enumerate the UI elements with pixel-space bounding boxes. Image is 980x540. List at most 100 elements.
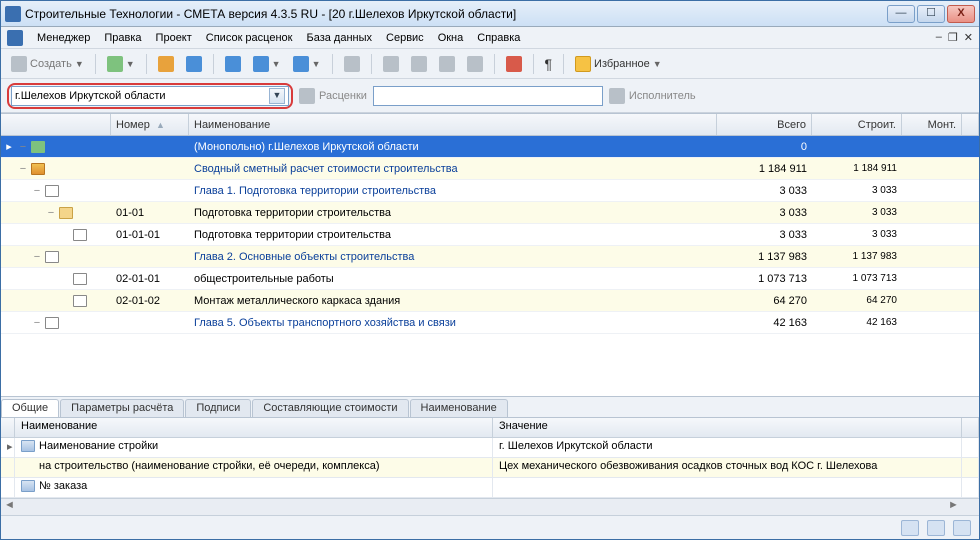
doc-icon	[73, 295, 87, 307]
close-button[interactable]: X	[947, 5, 975, 23]
property-icon	[21, 440, 35, 452]
tree-icon	[107, 56, 123, 72]
tree-button[interactable]: ▼	[103, 54, 139, 74]
app-menu-icon[interactable]	[7, 30, 23, 46]
menu-help[interactable]: Справка	[477, 32, 520, 44]
mdi-restore-button[interactable]: ❐	[948, 31, 958, 44]
col-assembly[interactable]: Монт.	[902, 114, 962, 135]
project-selector-highlight: г.Шелехов Иркутской области ▼	[7, 83, 293, 109]
chart-button[interactable]	[154, 54, 178, 74]
globe-icon	[31, 141, 45, 153]
doc-icon	[73, 229, 87, 241]
gift-button[interactable]	[502, 54, 526, 74]
menu-windows[interactable]: Окна	[438, 32, 464, 44]
hscroll-left-button[interactable]: ◄	[1, 499, 18, 515]
create-button[interactable]: Создать ▼	[7, 54, 88, 74]
app-window: Строительные Технологии - СМЕТА версия 4…	[0, 0, 980, 540]
table-row[interactable]: −01-01Подготовка территории строительств…	[1, 202, 979, 224]
table-row[interactable]: 01-01-01Подготовка территории строительс…	[1, 224, 979, 246]
tab-2[interactable]: Подписи	[185, 399, 251, 417]
doc-icon	[73, 273, 87, 285]
app-icon	[5, 6, 21, 22]
copy-icon	[411, 56, 427, 72]
tab-1[interactable]: Параметры расчёта	[60, 399, 184, 417]
maximize-button[interactable]: ☐	[917, 5, 945, 23]
table-row[interactable]: −Глава 2. Основные объекты строительства…	[1, 246, 979, 268]
save-button[interactable]	[221, 54, 245, 74]
mdi-minimize-button[interactable]: –	[936, 31, 942, 44]
titlebar: Строительные Технологии - СМЕТА версия 4…	[1, 1, 979, 27]
person-icon	[609, 88, 625, 104]
document-new-icon	[11, 56, 27, 72]
mdi-close-button[interactable]: ✕	[964, 31, 973, 44]
save-icon	[225, 56, 241, 72]
paper-icon	[45, 317, 59, 329]
col-number[interactable]: Номер ▲	[111, 114, 189, 135]
minimize-button[interactable]: —	[887, 5, 915, 23]
table-row[interactable]: −Глава 5. Объекты транспортного хозяйств…	[1, 312, 979, 334]
col-build[interactable]: Строит.	[812, 114, 902, 135]
report-button[interactable]	[182, 54, 206, 74]
scissors-icon	[383, 56, 399, 72]
detail-col-value[interactable]: Значение	[493, 418, 962, 437]
main-toolbar: Создать ▼ ▼ ▼ ▼ ¶ Избранное ▼	[1, 49, 979, 79]
grid-body[interactable]: ▸−(Монопольно) г.Шелехов Иркутской облас…	[1, 136, 979, 334]
pilcrow-button[interactable]: ¶	[541, 54, 557, 74]
secondary-toolbar: г.Шелехов Иркутской области ▼ Расценки И…	[1, 79, 979, 113]
menu-prices[interactable]: Список расценок	[206, 32, 293, 44]
cut-button[interactable]	[379, 54, 403, 74]
star-icon	[575, 56, 591, 72]
prices-icon	[299, 88, 315, 104]
paste2-button[interactable]	[435, 54, 459, 74]
table-row[interactable]: ▸−(Монопольно) г.Шелехов Иркутской облас…	[1, 136, 979, 158]
preview-icon	[293, 56, 309, 72]
property-icon	[21, 480, 35, 492]
footer-action-2[interactable]	[927, 520, 945, 536]
table-row[interactable]: −Сводный сметный расчет стоимости строит…	[1, 158, 979, 180]
project-selector[interactable]: г.Шелехов Иркутской области ▼	[11, 86, 289, 106]
hscroll-right-button[interactable]: ►	[945, 499, 962, 515]
table-row[interactable]: 02-01-01общестроительные работы1 073 713…	[1, 268, 979, 290]
tab-3[interactable]: Составляющие стоимости	[252, 399, 408, 417]
paper-icon	[45, 185, 59, 197]
col-total[interactable]: Всего	[717, 114, 812, 135]
menu-project[interactable]: Проект	[156, 32, 192, 44]
detail-row[interactable]: № заказа	[1, 478, 979, 498]
print-button[interactable]: ▼	[249, 54, 285, 74]
status-bar	[1, 515, 979, 539]
prices-button[interactable]: Расценки	[299, 88, 367, 104]
detail-body[interactable]: ▸Наименование стройкиг. Шелехов Иркутско…	[1, 438, 979, 498]
delete-button[interactable]	[463, 54, 487, 74]
footer-action-3[interactable]	[953, 520, 971, 536]
paper-icon	[45, 251, 59, 263]
table-row[interactable]: −Глава 1. Подготовка территории строител…	[1, 180, 979, 202]
grid-header: Номер ▲ Наименование Всего Строит. Монт.	[1, 114, 979, 136]
chevron-down-icon[interactable]: ▼	[269, 88, 285, 104]
tab-4[interactable]: Наименование	[410, 399, 508, 417]
report-icon	[186, 56, 202, 72]
table-row[interactable]: 02-01-02Монтаж металлического каркаса зд…	[1, 290, 979, 312]
menu-database[interactable]: База данных	[306, 32, 372, 44]
detail-row[interactable]: на строительство (наименование стройки, …	[1, 458, 979, 478]
folder-icon	[59, 207, 73, 219]
paste-icon	[439, 56, 455, 72]
copy-button[interactable]	[407, 54, 431, 74]
footer-action-1[interactable]	[901, 520, 919, 536]
menu-edit[interactable]: Правка	[104, 32, 141, 44]
project-selector-value: г.Шелехов Иркутской области	[15, 90, 269, 102]
detail-tabs: ОбщиеПараметры расчётаПодписиСоставляющи…	[1, 396, 979, 418]
tab-0[interactable]: Общие	[1, 399, 59, 417]
menu-service[interactable]: Сервис	[386, 32, 424, 44]
printer-icon	[253, 56, 269, 72]
window-title: Строительные Технологии - СМЕТА версия 4…	[25, 7, 887, 21]
preview-button[interactable]: ▼	[289, 54, 325, 74]
col-name[interactable]: Наименование	[189, 114, 717, 135]
paste-button[interactable]	[340, 54, 364, 74]
book-icon	[31, 163, 45, 175]
menu-manager[interactable]: Менеджер	[37, 32, 90, 44]
favorites-button[interactable]: Избранное ▼	[571, 54, 666, 74]
search-input[interactable]	[373, 86, 603, 106]
executor-button[interactable]: Исполнитель	[609, 88, 696, 104]
detail-col-name[interactable]: Наименование	[15, 418, 493, 437]
detail-row[interactable]: ▸Наименование стройкиг. Шелехов Иркутско…	[1, 438, 979, 458]
